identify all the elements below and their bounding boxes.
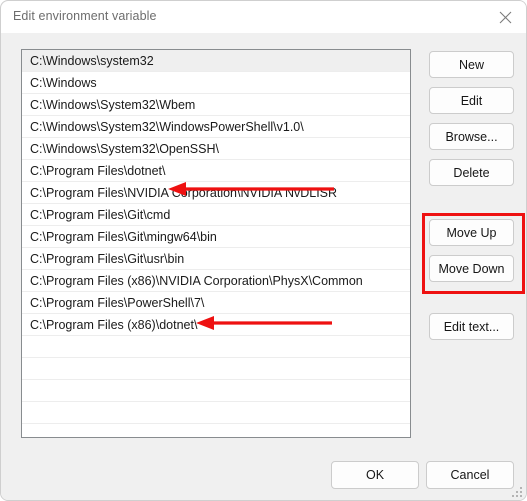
edit-environment-variable-dialog: Edit environment variable C:\Windows\sys…: [0, 0, 527, 501]
list-item[interactable]: C:\Program Files (x86)\dotnet\: [22, 314, 410, 336]
list-item[interactable]: C:\Program Files\Git\cmd: [22, 204, 410, 226]
close-icon: [499, 11, 512, 24]
path-entries-list[interactable]: C:\Windows\system32 C:\Windows C:\Windows\…: [21, 49, 411, 438]
ok-button[interactable]: OK: [331, 461, 419, 489]
title-bar: Edit environment variable: [1, 1, 526, 33]
list-item[interactable]: C:\Windows\System32\OpenSSH\: [22, 138, 410, 160]
list-item[interactable]: C:\Windows\system32: [22, 50, 410, 72]
list-item[interactable]: C:\Program Files\PowerShell\7\: [22, 292, 410, 314]
list-item-empty[interactable]: [22, 380, 410, 402]
list-item[interactable]: C:\Windows\System32\WindowsPowerShell\v1…: [22, 116, 410, 138]
list-item-empty[interactable]: [22, 402, 410, 424]
edit-button[interactable]: Edit: [429, 87, 514, 114]
list-item-empty[interactable]: [22, 358, 410, 380]
cancel-button[interactable]: Cancel: [426, 461, 514, 489]
list-item[interactable]: C:\Windows\System32\Wbem: [22, 94, 410, 116]
list-item[interactable]: C:\Program Files (x86)\NVIDIA Corporatio…: [22, 270, 410, 292]
edit-text-button[interactable]: Edit text...: [429, 313, 514, 340]
dialog-body: C:\Windows\system32 C:\Windows C:\Windows\…: [1, 33, 526, 500]
list-item[interactable]: C:\Program Files\dotnet\: [22, 160, 410, 182]
close-button[interactable]: [482, 1, 526, 33]
list-item[interactable]: C:\Program Files\NVIDIA Corporation\NVID…: [22, 182, 410, 204]
list-item-empty[interactable]: [22, 336, 410, 358]
move-down-button[interactable]: Move Down: [429, 255, 514, 282]
list-item[interactable]: C:\Windows: [22, 72, 410, 94]
browse-button[interactable]: Browse...: [429, 123, 514, 150]
resize-grip[interactable]: [512, 487, 524, 499]
list-item[interactable]: C:\Program Files\Git\mingw64\bin: [22, 226, 410, 248]
move-up-button[interactable]: Move Up: [429, 219, 514, 246]
window-title: Edit environment variable: [13, 9, 157, 23]
list-item[interactable]: C:\Program Files\Git\usr\bin: [22, 248, 410, 270]
new-button[interactable]: New: [429, 51, 514, 78]
delete-button[interactable]: Delete: [429, 159, 514, 186]
